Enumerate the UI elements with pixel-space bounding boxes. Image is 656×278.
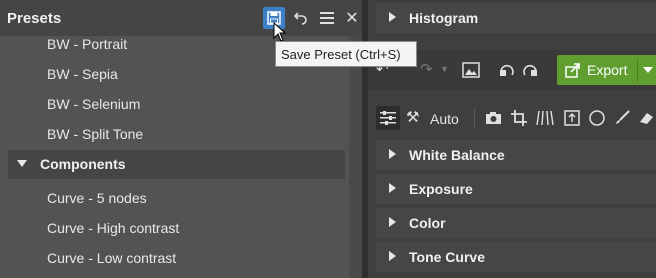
adjustments-tool-button[interactable]	[376, 106, 400, 130]
preset-item[interactable]: BW - Split Tone	[47, 126, 143, 142]
preset-group-label: Components	[40, 156, 126, 172]
frame-icon[interactable]	[564, 110, 580, 126]
section-label: Tone Curve	[409, 249, 485, 265]
preset-item[interactable]: Curve - 5 nodes	[47, 190, 147, 206]
camera-icon[interactable]	[485, 111, 502, 125]
image-icon[interactable]	[462, 62, 480, 78]
chevron-down-icon	[17, 160, 27, 167]
save-preset-tooltip: Save Preset (Ctrl+S)	[275, 41, 417, 67]
toolbar-separator	[474, 108, 475, 128]
auto-button[interactable]: Auto	[430, 111, 459, 127]
section-white-balance[interactable]: White Balance	[376, 140, 656, 170]
hamburger-menu-icon	[320, 12, 334, 24]
section-color[interactable]: Color	[376, 208, 656, 238]
export-label: Export	[587, 62, 628, 78]
magic-wand-icon[interactable]: ⚒	[406, 108, 419, 126]
chevron-down-icon[interactable]	[643, 67, 653, 73]
export-separator	[637, 58, 638, 82]
chevron-right-icon	[389, 217, 396, 227]
chevron-right-icon	[389, 183, 396, 193]
undo-button[interactable]	[290, 7, 312, 29]
menu-button[interactable]	[316, 7, 338, 29]
export-button[interactable]: Export	[557, 55, 656, 85]
tooltip-text: Save Preset (Ctrl+S)	[281, 47, 401, 62]
rotate-ccw-icon[interactable]	[498, 61, 516, 79]
radial-filter-icon[interactable]	[589, 110, 605, 126]
sliders-icon	[380, 111, 396, 125]
close-button[interactable]: ✕	[341, 7, 363, 29]
section-label: White Balance	[409, 147, 505, 163]
section-label: Color	[409, 215, 446, 231]
section-exposure[interactable]: Exposure	[376, 174, 656, 204]
preset-item[interactable]: BW - Portrait	[47, 36, 127, 52]
preset-group-components[interactable]: Components	[8, 150, 345, 179]
section-histogram[interactable]: Histogram	[376, 3, 656, 33]
section-label: Exposure	[409, 181, 473, 197]
rotate-cw-icon[interactable]	[521, 61, 539, 79]
export-icon	[565, 63, 580, 78]
mouse-cursor-icon	[273, 22, 287, 42]
presets-title: Presets	[7, 10, 62, 27]
brush-icon[interactable]	[614, 110, 630, 126]
undo-icon	[294, 12, 307, 25]
presets-scrollbar[interactable]	[349, 36, 362, 278]
redo-icon[interactable]: ↷	[420, 60, 433, 78]
preset-item[interactable]: BW - Sepia	[47, 66, 118, 82]
chevron-right-icon	[389, 251, 396, 261]
preset-item[interactable]: BW - Selenium	[47, 96, 140, 112]
close-icon: ✕	[345, 10, 359, 27]
preset-item[interactable]: Curve - Low contrast	[47, 250, 176, 266]
chevron-down-icon[interactable]: ▼	[440, 64, 449, 74]
presets-header: Presets ✕	[0, 0, 362, 36]
section-label: Histogram	[409, 10, 479, 26]
crop-icon[interactable]	[511, 110, 527, 126]
eraser-icon[interactable]	[638, 110, 654, 126]
perspective-icon[interactable]	[536, 110, 554, 126]
preset-item[interactable]: Curve - High contrast	[47, 220, 179, 236]
chevron-right-icon	[389, 149, 396, 159]
chevron-right-icon	[389, 12, 396, 22]
section-tone-curve[interactable]: Tone Curve	[376, 242, 656, 272]
